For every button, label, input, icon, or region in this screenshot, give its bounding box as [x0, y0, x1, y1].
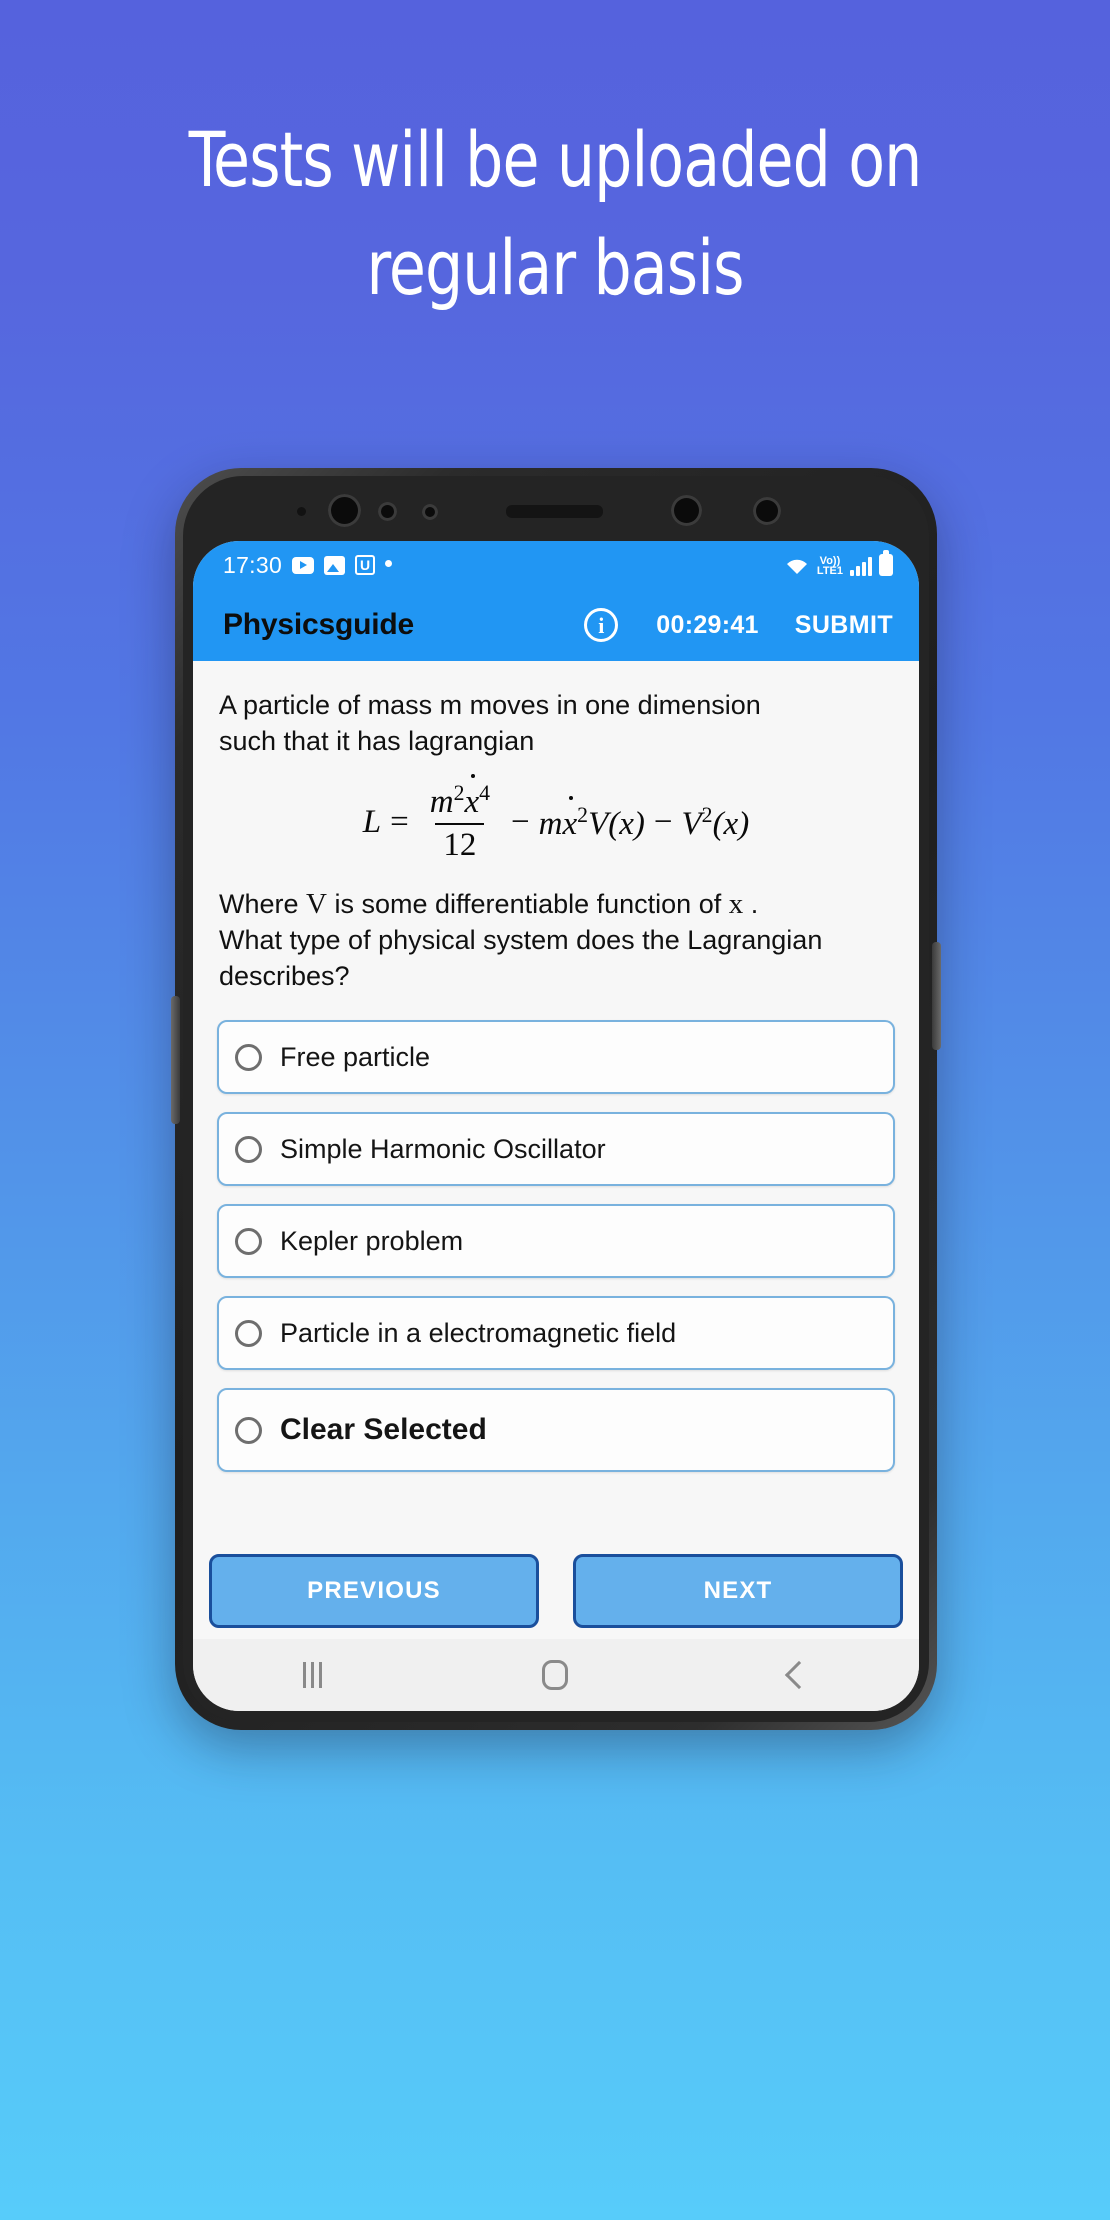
equation-fraction: m2x4 12 — [422, 774, 498, 864]
back-icon[interactable] — [784, 1660, 813, 1690]
iris-scanner-icon — [671, 495, 702, 526]
outro-mid: is some differentiable function of — [326, 889, 729, 919]
t2-arg: (x) — [608, 805, 645, 842]
t2-xdot: x — [562, 795, 578, 842]
num-x-sup: 4 — [479, 781, 491, 805]
option-particle-in-electromagnetic-field[interactable]: Particle in a electromagnetic field — [217, 1296, 895, 1370]
radio-icon[interactable] — [235, 1319, 262, 1347]
status-bar-clock: 17:30 — [223, 551, 283, 578]
sensor-pinhole-icon — [297, 507, 306, 516]
radio-icon[interactable] — [235, 1043, 262, 1071]
num-xdot: x — [464, 774, 480, 820]
equation-lhs: L — [362, 804, 382, 840]
option-label: Clear Selected — [280, 1413, 487, 1446]
question-navigation: PREVIOUS NEXT — [193, 1543, 919, 1639]
wifi-icon — [784, 556, 810, 576]
front-camera-icon — [328, 494, 361, 527]
question-outro-text: Where V is some differentiable function … — [193, 864, 919, 994]
app-bar: Physicsguide i 00:29:41 SUBMIT — [193, 589, 919, 661]
equation-term-3: V2(x) — [682, 803, 750, 843]
t3-V: V — [681, 805, 702, 842]
status-bar: 17:30 U Vo)) LTE1 — [193, 541, 919, 589]
t2-V: V — [588, 805, 609, 842]
signal-icon — [850, 556, 872, 576]
option-label: Simple Harmonic Oscillator — [280, 1133, 606, 1164]
equation-numerator: m2x4 — [422, 774, 498, 823]
previous-button[interactable]: PREVIOUS — [209, 1554, 539, 1628]
phone-screen: 17:30 U Vo)) LTE1 Physicsguide i 00:29:4… — [193, 541, 919, 1711]
radio-icon[interactable] — [235, 1227, 262, 1255]
question-intro-text: A particle of mass m moves in one dimens… — [219, 690, 761, 756]
t3-V-sup: 2 — [701, 802, 713, 827]
equation-term-2: mx2V(x) — [538, 795, 645, 843]
submit-button[interactable]: SUBMIT — [795, 611, 893, 640]
num-m-sup: 2 — [453, 781, 465, 805]
secondary-camera-icon — [753, 497, 781, 525]
earpiece-speaker — [506, 505, 603, 518]
proximity-sensor-icon — [378, 502, 397, 521]
recents-icon[interactable] — [303, 1662, 323, 1688]
equation-equals: = — [390, 804, 409, 840]
option-free-particle[interactable]: Free particle — [217, 1020, 895, 1094]
outro-line-2: What type of physical system does the La… — [219, 925, 823, 991]
num-m: m — [429, 784, 454, 820]
option-kepler-problem[interactable]: Kepler problem — [217, 1204, 895, 1278]
option-simple-harmonic-oscillator[interactable]: Simple Harmonic Oscillator — [217, 1112, 895, 1186]
next-button[interactable]: NEXT — [573, 1554, 903, 1628]
option-label: Particle in a electromagnetic field — [280, 1317, 677, 1348]
lagrangian-equation: L = m2x4 12 − mx2V(x) − V2(x) — [193, 774, 919, 864]
phone-mockup: 17:30 U Vo)) LTE1 Physicsguide i 00:29:4… — [171, 468, 941, 1730]
outro-before: Where — [219, 889, 307, 919]
battery-icon — [879, 550, 893, 576]
equation-denominator: 12 — [435, 823, 485, 864]
t3-arg: (x) — [712, 805, 750, 842]
info-icon[interactable]: i — [584, 608, 619, 642]
dot-icon — [385, 559, 393, 567]
equation-minus-1: − — [511, 804, 530, 840]
volte-icon: Vo)) LTE1 — [816, 555, 843, 577]
power-button[interactable] — [932, 942, 941, 1050]
android-navigation-bar — [193, 1639, 919, 1711]
outro-var-x: x — [728, 888, 744, 920]
u-app-icon: U — [355, 555, 376, 575]
phone-sensor-row — [175, 488, 937, 534]
youtube-icon — [292, 556, 315, 574]
status-bar-right: Vo)) LTE1 — [784, 550, 893, 577]
status-bar-left: 17:30 U — [223, 551, 393, 579]
outro-var-V: V — [306, 888, 327, 920]
countdown-timer: 00:29:41 — [656, 610, 759, 639]
option-clear-selected[interactable]: Clear Selected — [217, 1388, 895, 1472]
option-label: Free particle — [280, 1041, 431, 1072]
radio-icon[interactable] — [235, 1135, 262, 1163]
light-sensor-icon — [422, 504, 438, 520]
equation-minus-2: − — [653, 804, 673, 840]
question-content: A particle of mass m moves in one dimens… — [193, 661, 919, 1639]
volume-button[interactable] — [171, 996, 180, 1124]
page-title: Tests will be uploaded on regular basis — [188, 115, 923, 312]
home-icon[interactable] — [542, 1660, 569, 1690]
radio-icon[interactable] — [235, 1416, 262, 1444]
t2-m: m — [538, 805, 563, 842]
image-icon — [324, 555, 346, 575]
option-label: Kepler problem — [280, 1225, 464, 1256]
answer-options: Free particle Simple Harmonic Oscillator… — [193, 1020, 919, 1472]
app-title: Physicsguide — [223, 608, 415, 641]
t2-x-sup: 2 — [577, 802, 589, 827]
outro-after: . — [743, 889, 759, 919]
